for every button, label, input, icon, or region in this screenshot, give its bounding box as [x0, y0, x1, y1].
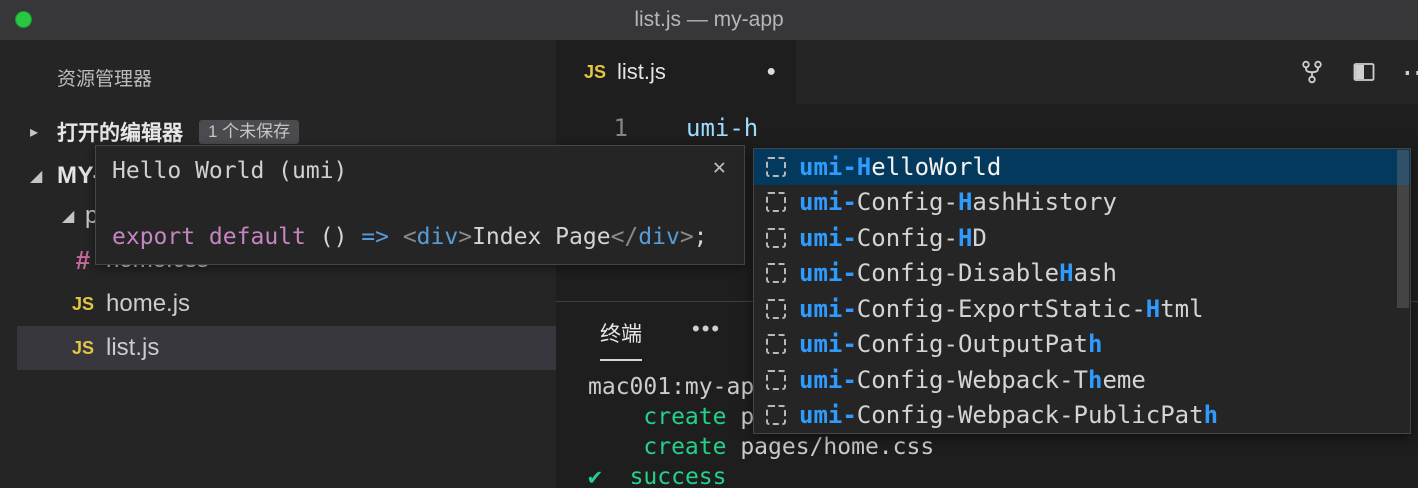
tab-terminal[interactable]: 终端	[600, 318, 642, 361]
suggestion-label: umi-Config-DisableHash	[799, 259, 1117, 288]
git-fork-icon[interactable]	[1298, 58, 1326, 86]
tree-item-home.js[interactable]: JS home.js	[0, 282, 556, 326]
snippet-icon	[766, 369, 786, 390]
suggestion-label: umi-HelloWorld	[799, 152, 1002, 181]
more-actions-icon[interactable]: ⋯	[1402, 56, 1418, 88]
window-title: list.js — my-app	[634, 8, 784, 31]
suggestion-item[interactable]: umi-Config-Webpack-PublicPath	[754, 398, 1410, 434]
editor-actions: ⋯	[1298, 40, 1418, 104]
editor-code[interactable]: umi-h	[686, 110, 758, 146]
open-editors-label: 打开的编辑器	[57, 122, 183, 145]
titlebar: list.js — my-app	[0, 0, 1418, 40]
suggest-widget: umi-HelloWorld umi-Config-HashHistory umi-…	[753, 148, 1411, 434]
close-icon[interactable]: ✕	[713, 155, 726, 180]
suggestion-label: umi-Config-Webpack-PublicPath	[799, 401, 1219, 430]
line-number: 1	[613, 114, 628, 142]
suggestion-label: umi-Config-Webpack-Theme	[799, 365, 1146, 394]
tab-bar: JS list.js ● ⋯	[556, 40, 1418, 104]
suggestion-item[interactable]: umi-Config-HD	[754, 220, 1410, 256]
tab-label: list.js	[617, 59, 666, 84]
explorer-title: 资源管理器	[57, 69, 153, 90]
hover-title: Hello World (umi)	[112, 158, 348, 184]
traffic-light-green-button[interactable]	[15, 11, 32, 28]
hover-widget: Hello World (umi) ✕ export default () =>…	[95, 145, 745, 265]
file-name: list.js	[106, 334, 160, 361]
vscode-window: list.js — my-app 资源管理器 ▸ 打开的编辑器 1 个未保存 ◢…	[0, 0, 1418, 488]
panel-more-icon[interactable]: •••	[692, 316, 721, 342]
terminal-line: create pages/home.css	[643, 434, 935, 460]
snippet-icon	[766, 227, 786, 248]
hover-code: export default () => <div>Index Page</di…	[112, 224, 708, 250]
js-file-icon: JS	[584, 61, 607, 82]
unsaved-count-badge: 1 个未保存	[199, 119, 300, 145]
snippet-icon	[766, 156, 786, 177]
suggestion-item[interactable]: umi-HelloWorld	[754, 149, 1410, 185]
suggestion-item[interactable]: umi-Config-ExportStatic-Html	[754, 291, 1410, 327]
suggestion-item[interactable]: umi-Config-HashHistory	[754, 185, 1410, 221]
suggestion-label: umi-Config-OutputPath	[799, 330, 1103, 359]
snippet-icon	[766, 192, 786, 213]
suggestion-item[interactable]: umi-Config-Webpack-Theme	[754, 362, 1410, 398]
tab-list-js[interactable]: JS list.js ●	[556, 40, 796, 104]
chevron-expanded-icon: ◢	[30, 168, 43, 185]
snippet-icon	[766, 263, 786, 284]
suggestion-label: umi-Config-HD	[799, 223, 987, 252]
dirty-indicator[interactable]: ●	[766, 63, 776, 81]
js-file-icon: JS	[71, 337, 95, 358]
chevron-collapsed-icon: ▸	[30, 124, 39, 141]
split-editor-icon[interactable]	[1350, 58, 1378, 86]
js-file-icon: JS	[71, 293, 95, 314]
snippet-icon	[766, 298, 786, 319]
file-name: home.js	[106, 290, 191, 317]
editor-line-1: 1 umi-h	[556, 110, 759, 146]
terminal-line: ✔ success	[588, 464, 727, 488]
chevron-expanded-icon: ◢	[62, 208, 75, 225]
snippet-icon	[766, 405, 786, 426]
tree-item-list.js[interactable]: JS list.js	[0, 326, 556, 370]
snippet-icon	[766, 334, 786, 355]
suggestion-label: umi-Config-HashHistory	[799, 188, 1117, 217]
suggestion-item[interactable]: umi-Config-DisableHash	[754, 256, 1410, 292]
scrollbar-thumb[interactable]	[1397, 150, 1409, 308]
suggestion-item[interactable]: umi-Config-OutputPath	[754, 327, 1410, 363]
suggest-list: umi-HelloWorld umi-Config-HashHistory umi-…	[754, 149, 1410, 433]
suggestion-label: umi-Config-ExportStatic-Html	[799, 294, 1204, 323]
